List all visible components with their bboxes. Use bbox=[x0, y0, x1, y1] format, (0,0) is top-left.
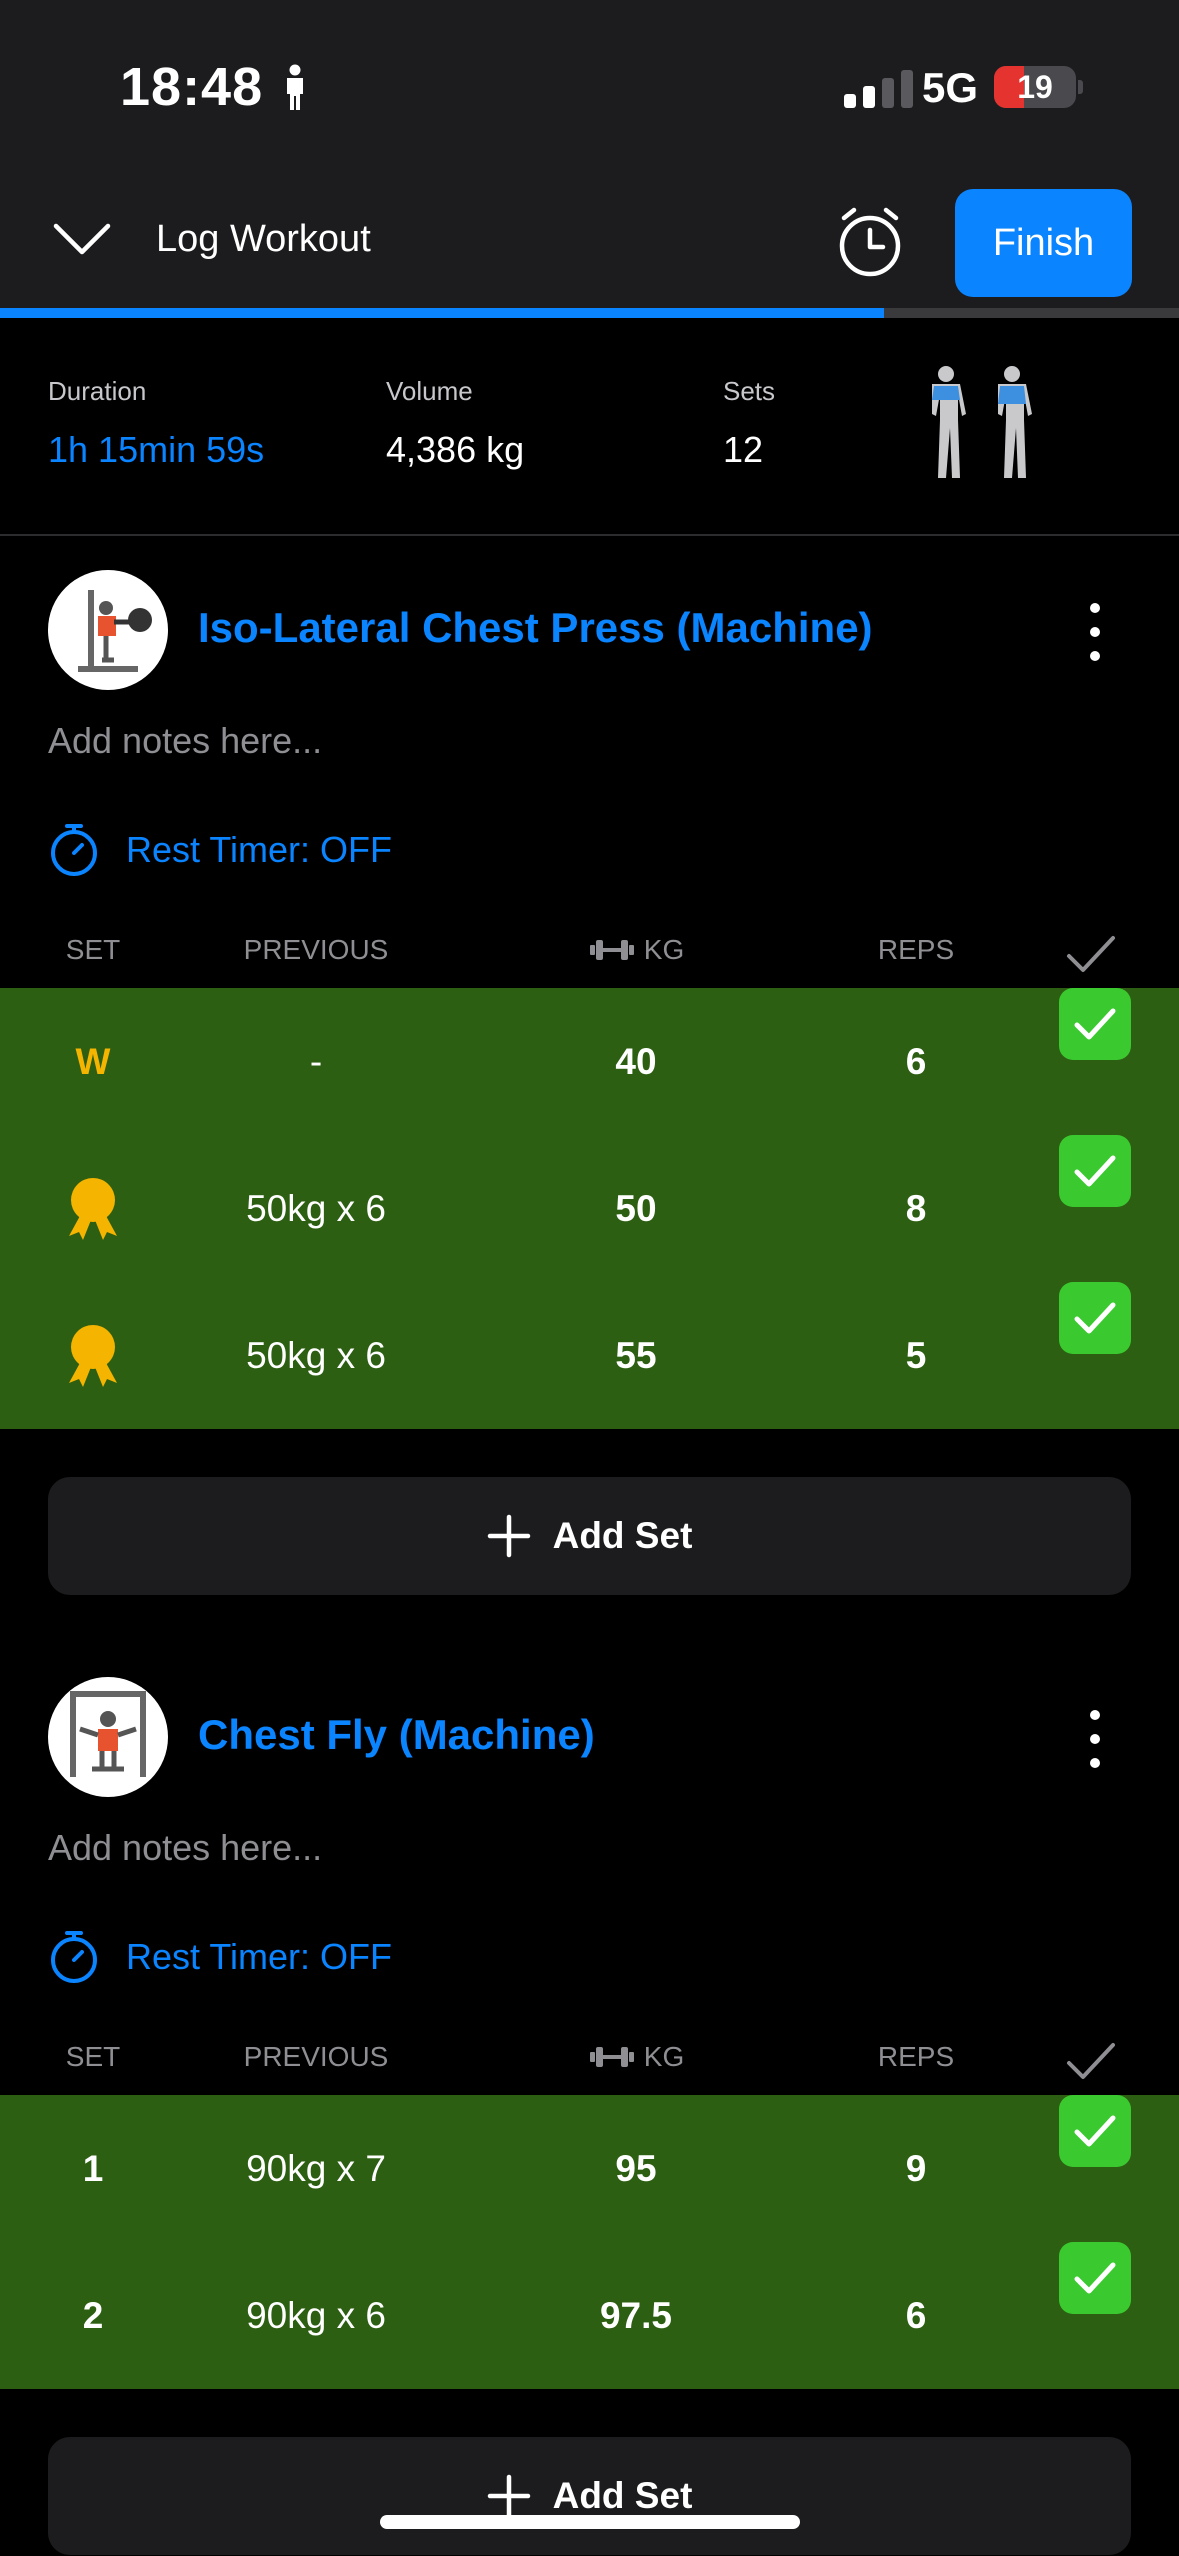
set-row: 1 90kg x 7 95 9 bbox=[0, 2095, 1179, 2242]
set-row: 50kg x 6 50 8 bbox=[0, 1135, 1179, 1282]
kg-input[interactable]: 40 bbox=[536, 988, 736, 1135]
reps-input[interactable]: 6 bbox=[816, 2242, 1016, 2389]
network-label: 5G bbox=[922, 64, 979, 111]
workout-stats: Duration 1h 15min 59s Volume 4,386 kg Se… bbox=[0, 318, 1179, 536]
reps-input[interactable]: 8 bbox=[816, 1135, 1016, 1282]
set-number[interactable]: 1 bbox=[0, 2095, 186, 2242]
checkmark-icon bbox=[1074, 2262, 1116, 2294]
previous-value[interactable]: 50kg x 6 bbox=[166, 1282, 466, 1429]
checkmark-icon bbox=[1074, 1155, 1116, 1187]
stat-duration: Duration 1h 15min 59s bbox=[48, 376, 264, 471]
add-set-label: Add Set bbox=[552, 2475, 693, 2516]
kg-input[interactable]: 97.5 bbox=[536, 2242, 736, 2389]
home-indicator[interactable] bbox=[380, 2515, 800, 2529]
signal-icon bbox=[844, 70, 913, 108]
add-set-label: Add Set bbox=[552, 1515, 693, 1556]
rest-timer-button[interactable]: Rest Timer: OFF bbox=[48, 822, 392, 878]
reps-input[interactable]: 6 bbox=[816, 988, 1016, 1135]
set-type-warmup[interactable]: W bbox=[0, 988, 186, 1135]
kg-input[interactable]: 55 bbox=[536, 1282, 736, 1429]
stat-label: Duration bbox=[48, 376, 147, 406]
stopwatch-icon bbox=[51, 824, 97, 876]
set-table-header: SET PREVIOUS KG REPS bbox=[0, 920, 1179, 980]
chest-fly-machine-icon bbox=[70, 1691, 146, 1777]
plus-icon bbox=[487, 2474, 530, 2518]
set-row: W - 40 6 bbox=[0, 988, 1179, 1135]
complete-checkbox[interactable] bbox=[1058, 988, 1132, 1135]
page-title: Log Workout bbox=[156, 218, 371, 260]
notes-input[interactable]: Add notes here... bbox=[48, 720, 322, 762]
rest-timer-label: Rest Timer: OFF bbox=[126, 829, 393, 870]
set-number[interactable]: 2 bbox=[0, 2242, 186, 2389]
set-row: 50kg x 6 55 5 bbox=[0, 1282, 1179, 1429]
chest-press-machine-icon bbox=[78, 590, 152, 672]
battery-level: 19 bbox=[1017, 69, 1053, 105]
previous-value[interactable]: - bbox=[166, 988, 466, 1135]
header-bar: Log Workout Finish bbox=[0, 170, 1179, 308]
stat-label: Volume bbox=[386, 376, 473, 406]
checkmark-icon bbox=[1074, 2115, 1116, 2147]
column-kg-label: KG bbox=[643, 934, 685, 965]
muscle-map-icon[interactable] bbox=[916, 364, 1046, 494]
rest-timer-button[interactable]: Rest Timer: OFF bbox=[48, 1929, 392, 1985]
stat-label: Sets bbox=[723, 376, 776, 406]
exercise-thumbnail[interactable] bbox=[48, 1677, 168, 1797]
column-check-icon bbox=[1065, 2041, 1125, 2088]
rest-timer-label: Rest Timer: OFF bbox=[126, 1936, 393, 1977]
add-set-button[interactable]: Add Set bbox=[48, 1477, 1131, 1595]
status-time: 18:48 bbox=[120, 57, 264, 117]
set-row: 2 90kg x 6 97.5 6 bbox=[0, 2242, 1179, 2389]
previous-value[interactable]: 90kg x 7 bbox=[166, 2095, 466, 2242]
column-reps: REPS bbox=[877, 934, 955, 965]
reps-input[interactable]: 9 bbox=[816, 2095, 1016, 2242]
column-previous: PREVIOUS bbox=[243, 934, 389, 965]
column-reps: REPS bbox=[877, 2041, 955, 2072]
alarm-clock-icon[interactable] bbox=[836, 206, 904, 278]
workout-progress-fill bbox=[0, 308, 885, 318]
previous-value[interactable]: 50kg x 6 bbox=[166, 1135, 466, 1282]
complete-checkbox[interactable] bbox=[1058, 2095, 1132, 2242]
complete-checkbox[interactable] bbox=[1058, 1282, 1132, 1429]
column-set: SET bbox=[65, 2041, 121, 2072]
column-kg-label: KG bbox=[643, 2041, 685, 2072]
exercise-thumbnail[interactable] bbox=[48, 570, 168, 690]
kg-input[interactable]: 95 bbox=[536, 2095, 736, 2242]
workout-progress bbox=[0, 308, 1179, 318]
column-kg: KG bbox=[536, 934, 736, 966]
reps-input[interactable]: 5 bbox=[816, 1282, 1016, 1429]
exercise-name[interactable]: Chest Fly (Machine) bbox=[198, 1711, 595, 1759]
stat-volume: Volume 4,386 kg bbox=[386, 376, 524, 471]
chevron-down-icon[interactable] bbox=[52, 222, 112, 256]
dumbbell-icon bbox=[589, 940, 634, 960]
dumbbell-icon bbox=[589, 2047, 634, 2067]
finish-button[interactable]: Finish bbox=[955, 189, 1132, 297]
stat-value: 1h 15min 59s bbox=[48, 429, 265, 470]
notes-input[interactable]: Add notes here... bbox=[48, 1827, 322, 1869]
checkmark-icon bbox=[1074, 1302, 1116, 1334]
stopwatch-icon bbox=[51, 1931, 97, 1983]
battery-icon: 19 bbox=[994, 66, 1076, 108]
personal-record-medal-icon[interactable] bbox=[0, 1282, 186, 1429]
stat-value: 4,386 kg bbox=[386, 429, 525, 470]
column-kg: KG bbox=[536, 2041, 736, 2073]
stat-value: 12 bbox=[723, 429, 764, 470]
kg-input[interactable]: 50 bbox=[536, 1135, 736, 1282]
complete-checkbox[interactable] bbox=[1058, 1135, 1132, 1282]
column-check-icon bbox=[1065, 934, 1125, 981]
plus-icon bbox=[487, 1514, 530, 1558]
column-previous: PREVIOUS bbox=[243, 2041, 389, 2072]
status-bar: 18:48 5G 19 bbox=[0, 0, 1179, 170]
personal-record-medal-icon[interactable] bbox=[0, 1135, 186, 1282]
person-icon bbox=[287, 64, 303, 110]
complete-checkbox[interactable] bbox=[1058, 2242, 1132, 2389]
add-set-button[interactable]: Add Set bbox=[48, 2437, 1131, 2555]
more-options-icon[interactable] bbox=[1080, 1704, 1110, 1774]
exercise-name[interactable]: Iso-Lateral Chest Press (Machine) bbox=[198, 604, 873, 652]
stat-sets: Sets 12 bbox=[723, 376, 775, 471]
column-set: SET bbox=[65, 934, 121, 965]
previous-value[interactable]: 90kg x 6 bbox=[166, 2242, 466, 2389]
checkmark-icon bbox=[1074, 1008, 1116, 1040]
more-options-icon[interactable] bbox=[1080, 597, 1110, 667]
set-table-header: SET PREVIOUS KG REPS bbox=[0, 2027, 1179, 2087]
